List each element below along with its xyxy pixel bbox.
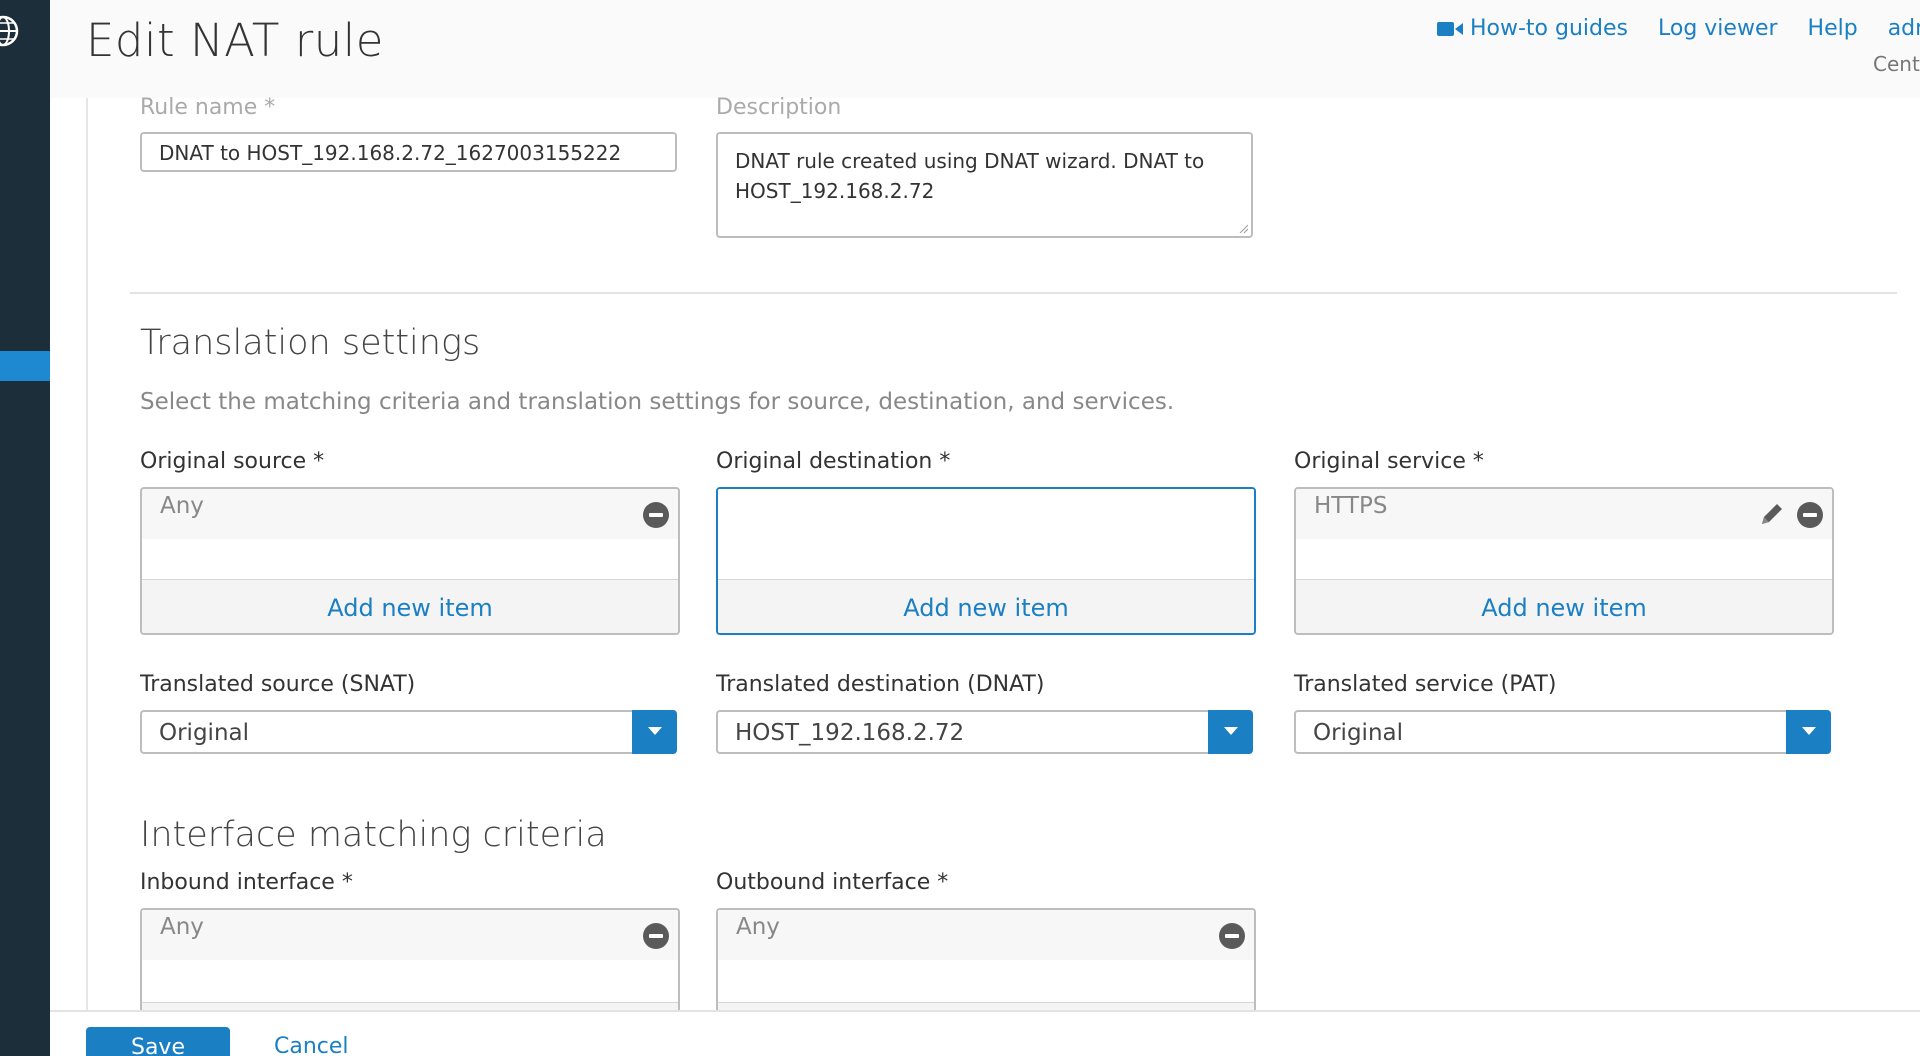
description-line-2: HOST_192.168.2.72 [735,179,935,203]
translated-source-value: Original [159,720,250,746]
howto-guides-label: How-to guides [1470,16,1628,41]
outbound-interface-label: Outbound interface * [716,870,949,895]
translated-source-label: Translated source (SNAT) [140,672,416,697]
left-sidebar [0,0,50,1056]
translated-service-value: Original [1313,720,1404,746]
log-viewer-label: Log viewer [1658,16,1778,41]
translated-source-select[interactable]: Original [140,710,677,754]
translation-settings-description: Select the matching criteria and transla… [140,389,1175,415]
outbound-interface-list: Any [716,908,1256,1012]
original-source-list: Any Add new item [140,487,680,635]
content-divider [86,98,88,1010]
translated-service-select[interactable]: Original [1294,710,1831,754]
video-camera-icon [1437,21,1463,36]
translation-settings-title: Translation settings [140,323,481,363]
help-label: Help [1807,16,1858,41]
inbound-interface-list: Any [140,908,680,1012]
chevron-down-icon[interactable] [1786,710,1831,754]
form-footer: Save Cancel [50,1010,1920,1056]
original-destination-list[interactable]: Add new item [716,487,1256,635]
admin-label: adm [1887,16,1920,41]
list-item-label: Any [160,914,204,940]
cancel-button[interactable]: Cancel [274,1034,349,1056]
minus-circle-icon[interactable] [1218,922,1246,950]
add-new-item-button[interactable]: Add new item [142,579,678,633]
description-label: Description [716,95,842,120]
rule-name-input[interactable]: DNAT to HOST_192.168.2.72_1627003155222 [140,132,677,172]
translated-service-label: Translated service (PAT) [1294,672,1557,697]
list-item-label: Any [736,914,780,940]
add-new-item-button[interactable]: Add new item [1296,579,1832,633]
minus-circle-icon[interactable] [642,501,670,529]
original-source-label: Original source * [140,449,325,474]
inbound-interface-label: Inbound interface * [140,870,353,895]
rule-name-label: Rule name * [140,95,276,120]
save-button[interactable]: Save [86,1027,230,1056]
translated-destination-label: Translated destination (DNAT) [716,672,1045,697]
description-textarea[interactable]: DNAT rule created using DNAT wizard. DNA… [716,132,1253,238]
list-item: Any [142,489,678,539]
translated-destination-select[interactable]: HOST_192.168.2.72 [716,710,1253,754]
section-divider [130,292,1897,294]
original-destination-label: Original destination * [716,449,951,474]
page-title: Edit NAT rule [86,14,384,67]
add-new-item-button[interactable]: Add new item [718,579,1254,633]
globe-icon[interactable] [0,14,20,48]
list-item-label: Any [160,493,204,519]
list-item [718,489,1254,539]
chevron-down-icon[interactable] [1208,710,1253,754]
header-links: How-to guides Log viewer Help adm [1437,16,1920,41]
sidebar-active-item[interactable] [0,351,50,381]
help-link[interactable]: Help [1808,16,1858,41]
interface-matching-title: Interface matching criteria [140,815,607,855]
list-item: Any [718,910,1254,960]
minus-circle-icon[interactable] [1796,501,1824,529]
list-item: HTTPS [1296,489,1832,539]
description-line-1: DNAT rule created using DNAT wizard. DNA… [735,149,1205,173]
minus-circle-icon[interactable] [642,922,670,950]
list-item-label: HTTPS [1314,493,1388,519]
page-header: Edit NAT rule How-to guides Log viewer H… [50,0,1920,98]
list-item: Any [142,910,678,960]
admin-menu-link[interactable]: adm [1888,16,1920,41]
howto-guides-link[interactable]: How-to guides [1437,16,1628,41]
chevron-down-icon[interactable] [632,710,677,754]
original-service-list: HTTPS Add new item [1294,487,1834,635]
original-service-label: Original service * [1294,449,1484,474]
header-subtext: Cent [1873,52,1920,76]
translated-destination-value: HOST_192.168.2.72 [735,720,965,746]
resize-grip-icon[interactable] [1238,223,1248,233]
log-viewer-link[interactable]: Log viewer [1658,16,1778,41]
pencil-icon[interactable] [1758,500,1786,528]
